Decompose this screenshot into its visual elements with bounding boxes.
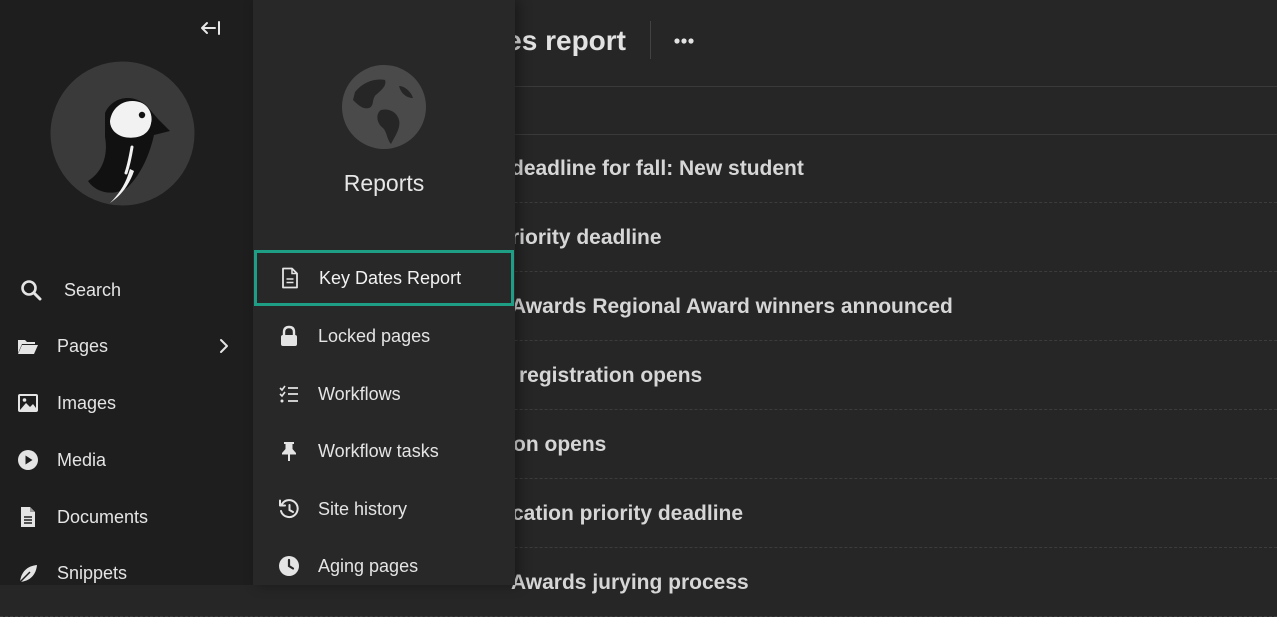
thumbtack-icon bbox=[282, 442, 296, 461]
sidebar-item-label: Documents bbox=[57, 507, 149, 527]
menu-item-label: Key Dates Report bbox=[319, 268, 462, 288]
image-icon bbox=[18, 394, 38, 412]
menu-item-key-dates-report[interactable]: Key Dates Report bbox=[254, 250, 514, 306]
sidebar-item-media[interactable]: Media bbox=[0, 438, 253, 482]
menu-item-label: Locked pages bbox=[318, 326, 431, 346]
menu-item-label: Site history bbox=[318, 499, 408, 519]
chevron-right-icon bbox=[220, 339, 228, 353]
row-title[interactable]: on opens bbox=[513, 411, 1277, 479]
bird-logo-icon bbox=[50, 61, 195, 206]
menu-item-workflow-tasks[interactable]: Workflow tasks bbox=[253, 423, 515, 479]
reports-submenu-panel: Reports Key Dates Report Locked pages Wo… bbox=[253, 0, 515, 585]
menu-item-workflows[interactable]: Workflows bbox=[253, 366, 515, 422]
menu-item-locked-pages[interactable]: Locked pages bbox=[253, 308, 515, 364]
header-divider bbox=[650, 21, 651, 59]
menu-item-site-history[interactable]: Site history bbox=[253, 481, 515, 537]
document-icon bbox=[21, 507, 35, 527]
sidebar-item-documents[interactable]: Documents bbox=[0, 495, 253, 539]
menu-item-label: Workflows bbox=[318, 384, 401, 404]
sidebar-item-images[interactable]: Images bbox=[0, 381, 253, 425]
sidebar-item-search[interactable]: Search bbox=[0, 268, 253, 312]
sidebar-item-label: Images bbox=[57, 393, 117, 413]
more-dots-icon bbox=[674, 38, 694, 44]
history-icon bbox=[279, 499, 299, 519]
wagtail-logo[interactable] bbox=[50, 61, 195, 206]
lock-icon bbox=[281, 325, 297, 346]
snippet-leaf-icon bbox=[19, 565, 37, 583]
row-title[interactable]: registration opens bbox=[519, 342, 1277, 410]
search-icon bbox=[21, 280, 42, 301]
row-title[interactable]: Awards jurying process bbox=[511, 549, 1277, 617]
more-actions-button[interactable] bbox=[667, 26, 701, 56]
sidebar-item-pages[interactable]: Pages bbox=[0, 324, 253, 368]
document-lines-icon bbox=[282, 267, 298, 289]
folder-open-icon bbox=[18, 340, 38, 354]
clock-icon bbox=[279, 556, 299, 576]
row-title[interactable]: Awards Regional Award winners announced bbox=[511, 273, 1277, 341]
row-title[interactable]: riority deadline bbox=[511, 204, 1277, 272]
menu-item-aging-pages[interactable]: Aging pages bbox=[253, 538, 515, 594]
sidebar-item-label: Search bbox=[64, 280, 122, 300]
row-title[interactable]: cation priority deadline bbox=[512, 480, 1277, 548]
sidebar: Search Pages Images Media Documents Snip… bbox=[0, 0, 253, 585]
sidebar-item-snippets[interactable]: Snippets bbox=[0, 551, 253, 595]
globe-icon bbox=[342, 65, 426, 149]
panel-title: Reports bbox=[343, 170, 425, 196]
collapse-arrow-icon bbox=[201, 21, 220, 35]
collapse-sidebar-button[interactable] bbox=[196, 14, 224, 42]
tasks-icon bbox=[279, 385, 298, 403]
menu-item-label: Workflow tasks bbox=[318, 441, 439, 461]
sidebar-item-label: Pages bbox=[57, 336, 109, 356]
sidebar-item-label: Media bbox=[57, 450, 107, 470]
sidebar-item-label: Snippets bbox=[57, 563, 128, 583]
media-play-icon bbox=[18, 450, 38, 470]
menu-item-label: Aging pages bbox=[318, 556, 419, 576]
row-title[interactable]: deadline for fall: New student bbox=[511, 135, 1277, 203]
